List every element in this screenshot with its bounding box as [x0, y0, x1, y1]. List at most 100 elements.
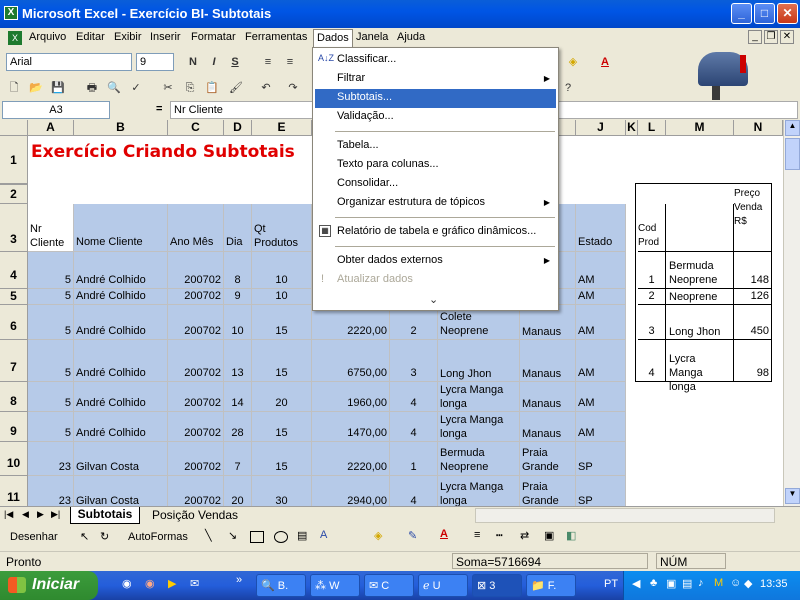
- cell-dia[interactable]: 14: [224, 382, 252, 412]
- column-header-l[interactable]: L: [638, 120, 666, 136]
- quicklaunch-icon-3[interactable]: ▶: [168, 577, 176, 590]
- name-box[interactable]: A3: [2, 101, 110, 119]
- row-header-4[interactable]: 4: [0, 252, 28, 289]
- help-icon[interactable]: ?: [560, 80, 576, 96]
- menu-dados[interactable]: Dados: [313, 29, 353, 48]
- cell-nome-cliente[interactable]: André Colhido: [74, 412, 168, 442]
- column-header-n[interactable]: N: [734, 120, 783, 136]
- cell-cidade[interactable]: Praia Grande: [520, 476, 576, 506]
- row-header-2[interactable]: 2: [0, 184, 28, 204]
- row-header-9[interactable]: 9: [0, 412, 28, 442]
- wordart-icon[interactable]: A: [320, 529, 327, 541]
- menu-item-filtrar[interactable]: Filtrar ▶: [315, 70, 556, 89]
- taskbar-button-b[interactable]: 🔍 B.: [256, 574, 306, 597]
- redo-icon[interactable]: ↷: [285, 80, 301, 96]
- row-header-11[interactable]: 11: [0, 476, 28, 506]
- lookup-cell-name[interactable]: Long Jhon: [666, 305, 734, 340]
- cell-nr-cliente[interactable]: 23: [28, 442, 74, 476]
- line-color-icon[interactable]: ✎: [408, 529, 417, 542]
- tray-icon-6[interactable]: ☺: [730, 577, 741, 589]
- cell-produto[interactable]: Lycra Manga longa: [438, 382, 520, 412]
- doc-restore-button[interactable]: ❐: [764, 30, 778, 44]
- header-estado[interactable]: Estado: [576, 204, 626, 252]
- cell-cod-produto[interactable]: 1: [390, 442, 438, 476]
- cell-dia[interactable]: 9: [224, 289, 252, 305]
- sheet-tab-posicao-vendas[interactable]: Posição Vendas: [146, 508, 244, 523]
- copy-icon[interactable]: ⎘: [182, 80, 198, 96]
- italic-button[interactable]: I: [206, 54, 222, 70]
- cell-nome-cliente[interactable]: André Colhido: [74, 305, 168, 340]
- draw-menu-button[interactable]: Desenhar: [10, 531, 58, 543]
- first-sheet-icon[interactable]: |◀: [4, 509, 13, 520]
- autoshapes-button[interactable]: AutoFormas: [128, 531, 188, 543]
- lookup-cell-price[interactable]: 148: [734, 252, 772, 289]
- menu-inserir[interactable]: Inserir: [150, 31, 181, 43]
- cell-ano-mes[interactable]: 200702: [168, 442, 224, 476]
- lookup-cell-price[interactable]: 126: [734, 289, 772, 305]
- menu-arquivo[interactable]: Arquivo: [29, 31, 66, 43]
- quicklaunch-icon-1[interactable]: ◉: [122, 577, 132, 590]
- cell-valor[interactable]: 1960,00: [312, 382, 390, 412]
- menu-ajuda[interactable]: Ajuda: [397, 31, 425, 43]
- cell-qt-produtos[interactable]: 15: [252, 305, 312, 340]
- cell-qt-produtos[interactable]: 10: [252, 289, 312, 305]
- cell-estado[interactable]: AM: [576, 412, 626, 442]
- lookup-cell-cod[interactable]: 2: [638, 289, 666, 305]
- horizontal-scrollbar[interactable]: [475, 508, 775, 523]
- font-color-draw-icon[interactable]: A: [440, 528, 448, 540]
- lookup-cell-name[interactable]: Bermuda Neoprene: [666, 252, 734, 289]
- menu-item-subtotais[interactable]: Subtotais...: [315, 89, 556, 108]
- cell-dia[interactable]: 8: [224, 252, 252, 289]
- cell-cidade[interactable]: Manaus: [520, 382, 576, 412]
- lookup-cell-name[interactable]: Neoprene: [666, 289, 734, 305]
- menu-item-classificar[interactable]: A↓Z Classificar...: [315, 51, 556, 70]
- textbox-icon[interactable]: ▤: [297, 529, 307, 542]
- start-button[interactable]: Iniciar: [0, 571, 98, 600]
- close-button[interactable]: ✕: [777, 3, 798, 24]
- taskbar-button-f[interactable]: 📁 F.: [526, 574, 576, 597]
- tray-icon-4[interactable]: ♪: [698, 577, 704, 589]
- column-header-m[interactable]: M: [666, 120, 734, 136]
- cut-icon[interactable]: ✂: [160, 80, 176, 96]
- row-header-10[interactable]: 10: [0, 442, 28, 476]
- oval-icon[interactable]: [274, 531, 288, 543]
- column-header-d[interactable]: D: [224, 120, 252, 136]
- cell-dia[interactable]: 28: [224, 412, 252, 442]
- taskbar-button-c[interactable]: ✉ C: [364, 574, 414, 597]
- cell-estado[interactable]: AM: [576, 252, 626, 289]
- font-color-icon[interactable]: A: [597, 54, 613, 70]
- quicklaunch-more-icon[interactable]: »: [236, 574, 242, 586]
- cell-produto[interactable]: Bermuda Neoprene: [438, 442, 520, 476]
- sheet-title[interactable]: Exercício Criando Subtotais: [31, 142, 295, 162]
- tray-icon-1[interactable]: ♣: [650, 577, 657, 589]
- 3d-icon[interactable]: ◧: [566, 529, 576, 542]
- print-preview-icon[interactable]: 🔍: [106, 80, 122, 96]
- quicklaunch-icon-2[interactable]: ◉: [145, 577, 155, 590]
- cell-cidade[interactable]: Manaus: [520, 412, 576, 442]
- row-header-7[interactable]: 7: [0, 340, 28, 382]
- last-sheet-icon[interactable]: ▶|: [51, 509, 60, 520]
- cell-nr-cliente[interactable]: 5: [28, 340, 74, 382]
- menu-editar[interactable]: Editar: [76, 31, 105, 43]
- font-size-combo[interactable]: 9: [136, 53, 174, 71]
- tray-icon-2[interactable]: ▣: [666, 577, 676, 590]
- align-left-icon[interactable]: ≡: [260, 54, 276, 70]
- excel-app-icon[interactable]: X: [4, 6, 18, 20]
- header-qt-produtos[interactable]: Qt Produtos: [252, 204, 312, 252]
- select-objects-icon[interactable]: ↖: [80, 530, 89, 543]
- taskbar-button-w[interactable]: ⁂ W: [310, 574, 360, 597]
- lookup-header-cod[interactable]: Cod Prod: [638, 204, 666, 252]
- cell-dia[interactable]: 13: [224, 340, 252, 382]
- cell-qt-produtos[interactable]: 15: [252, 412, 312, 442]
- row-header-3[interactable]: 3: [0, 204, 28, 252]
- shadow-icon[interactable]: ▣: [544, 529, 554, 542]
- cell-ano-mes[interactable]: 200702: [168, 305, 224, 340]
- cell-produto[interactable]: Lycra Manga longa: [438, 412, 520, 442]
- cell-nr-cliente[interactable]: 23: [28, 476, 74, 506]
- language-indicator[interactable]: PT: [604, 578, 618, 590]
- cell-nr-cliente[interactable]: 5: [28, 412, 74, 442]
- bold-button[interactable]: N: [185, 54, 201, 70]
- column-header-e[interactable]: E: [252, 120, 312, 136]
- cell-dia[interactable]: 10: [224, 305, 252, 340]
- quicklaunch-icon-4[interactable]: ✉: [190, 577, 199, 590]
